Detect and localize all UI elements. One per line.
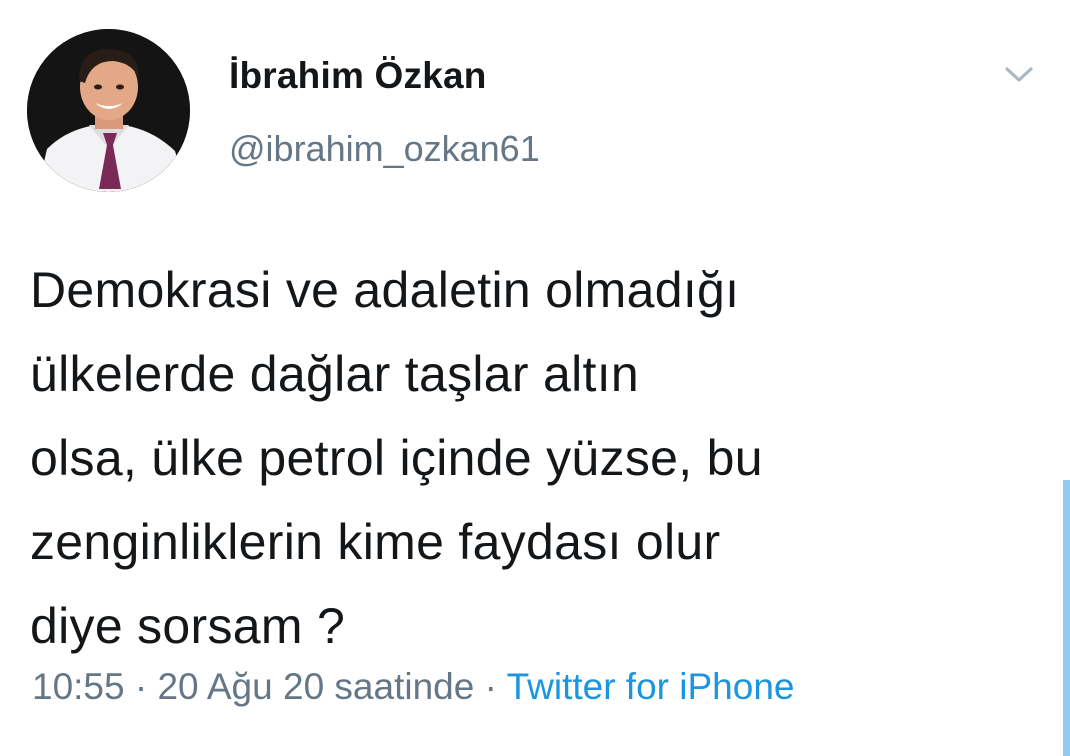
tweet-text-line: zenginliklerin kime faydası olur <box>30 514 721 570</box>
avatar[interactable] <box>27 29 190 192</box>
meta-separator: · <box>134 666 148 707</box>
tweet-text: Demokrasi ve adaletin olmadığı ülkelerde… <box>30 248 1020 668</box>
tweet-text-line: Demokrasi ve adaletin olmadığı <box>30 262 740 318</box>
meta-separator: · <box>484 666 497 707</box>
tweet-text-line: ülkelerde dağlar taşlar altın <box>30 346 640 402</box>
author-display-name[interactable]: İbrahim Özkan <box>229 55 487 97</box>
tweet-source-link[interactable]: Twitter for iPhone <box>507 666 795 707</box>
tweet-date: 20 Ağu 20 saatinde <box>157 666 475 707</box>
tweet-text-line: diye sorsam ? <box>30 598 346 654</box>
tweet-card: İbrahim Özkan @ibrahim_ozkan61 Demokrasi… <box>0 0 1070 756</box>
tweet-time: 10:55 <box>32 666 125 707</box>
author-handle[interactable]: @ibrahim_ozkan61 <box>229 128 540 170</box>
scrollbar[interactable] <box>1063 480 1070 756</box>
tweet-meta: 10:55 · 20 Ağu 20 saatinde · Twitter for… <box>32 666 794 708</box>
profile-photo <box>27 29 190 192</box>
chevron-down-icon[interactable] <box>1000 62 1038 88</box>
tweet-text-line: olsa, ülke petrol içinde yüzse, bu <box>30 430 763 486</box>
